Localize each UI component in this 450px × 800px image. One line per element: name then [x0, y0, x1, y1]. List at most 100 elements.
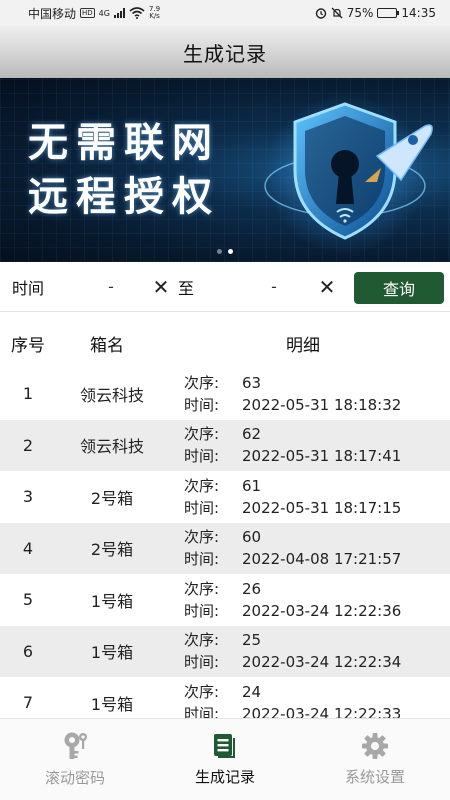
row-detail: 次序: 25 时间: 2022-03-24 12:22:34	[168, 629, 450, 673]
nav-label: 系统设置	[344, 768, 405, 786]
row-detail: 次序: 26 时间: 2022-03-24 12:22:36	[168, 578, 450, 622]
table-header: 序号 箱名 明细	[0, 318, 450, 368]
time-value: 2022-05-31 18:17:15	[242, 498, 402, 517]
order-value: 26	[242, 579, 262, 598]
row-box-name: 领云科技	[79, 385, 144, 405]
date-filter-bar: 时间 - ✕ 至 - ✕ 查询	[0, 262, 450, 312]
status-left: 中国移动 HD 4G 7.9 K/s	[28, 5, 160, 22]
row-detail: 次序: 60 时间: 2022-04-08 17:21:57	[168, 526, 450, 570]
row-box-name: 1号箱	[90, 591, 134, 611]
time-label: 时间:	[184, 498, 220, 517]
record-list-icon	[214, 734, 235, 758]
status-right: 75% 14:35	[315, 6, 436, 20]
row-no: 6	[22, 641, 34, 661]
table-row[interactable]: 6 1号箱 次序: 25 时间: 2022-03-24 12:22:34	[0, 625, 450, 677]
start-date-field[interactable]: -	[72, 277, 150, 296]
time-label: 时间:	[184, 395, 220, 414]
row-box-name: 1号箱	[90, 643, 134, 663]
header-detail: 明细	[286, 335, 320, 356]
time-value: 2022-03-24 12:22:36	[242, 601, 402, 620]
row-detail: 次序: 63 时间: 2022-05-31 18:18:32	[168, 372, 450, 416]
row-box-name: 2号箱	[90, 488, 134, 508]
row-no: 3	[22, 487, 34, 507]
banner-line-1: 无需联网	[28, 119, 220, 166]
hd-badge: HD	[80, 8, 95, 18]
alarm-icon	[315, 8, 326, 19]
clear-start-date-icon[interactable]: ✕	[150, 275, 172, 299]
banner-line-2: 远程授权	[28, 173, 220, 220]
promo-banner[interactable]: 无需联网 远程授权	[0, 78, 450, 262]
order-label: 次序:	[184, 631, 220, 650]
network-type: 4G	[98, 8, 110, 18]
order-value: 61	[242, 476, 262, 495]
page-title: 生成记录	[183, 41, 267, 66]
to-label: 至	[178, 278, 195, 298]
time-label: 时间:	[184, 601, 220, 620]
nav-item-settings[interactable]: 系统设置	[300, 719, 450, 800]
nav-item-records[interactable]: 生成记录	[150, 719, 300, 800]
table-row[interactable]: 5 1号箱 次序: 26 时间: 2022-03-24 12:22:36	[0, 574, 450, 626]
table-row[interactable]: 2 领云科技 次序: 62 时间: 2022-05-31 18:17:41	[0, 419, 450, 471]
query-button[interactable]: 查询	[354, 272, 444, 304]
row-no: 5	[22, 590, 34, 610]
table-row[interactable]: 4 2号箱 次序: 60 时间: 2022-04-08 17:21:57	[0, 522, 450, 574]
order-value: 24	[242, 682, 262, 701]
time-label: 时间:	[184, 653, 220, 672]
header-name: 箱名	[90, 335, 124, 356]
clear-end-date-icon[interactable]: ✕	[316, 275, 338, 299]
status-bar: 中国移动 HD 4G 7.9 K/s 75% 14:35	[0, 0, 450, 26]
row-box-name: 2号箱	[90, 540, 134, 560]
carousel-dots[interactable]	[0, 249, 450, 254]
time-value: 2022-05-31 18:17:41	[242, 447, 402, 466]
speed-unit: K/s	[149, 12, 160, 20]
shield-lock-rocket-icon	[264, 94, 433, 254]
order-label: 次序:	[184, 579, 220, 598]
time-value: 2022-04-08 17:21:57	[242, 550, 402, 569]
row-no: 1	[22, 384, 34, 404]
row-detail: 次序: 61 时间: 2022-05-31 18:17:15	[168, 475, 450, 519]
row-no: 4	[22, 538, 34, 558]
carousel-dot[interactable]	[228, 249, 233, 254]
row-no: 7	[22, 693, 34, 713]
row-box-name: 领云科技	[79, 437, 144, 457]
order-label: 次序:	[184, 528, 220, 547]
network-speed: 7.9 K/s	[149, 6, 160, 20]
record-list: 1 领云科技 次序: 63 时间: 2022-05-31 18:18:32 2 领云…	[0, 368, 450, 729]
title-bar: 生成记录	[0, 26, 450, 78]
order-value: 62	[242, 425, 262, 444]
mute-bell-icon	[331, 7, 343, 19]
table-row[interactable]: 3 2号箱 次序: 61 时间: 2022-05-31 18:17:15	[0, 471, 450, 523]
row-no: 2	[22, 435, 34, 455]
wifi-icon	[129, 7, 145, 19]
row-detail: 次序: 62 时间: 2022-05-31 18:17:41	[168, 423, 450, 467]
carousel-dot[interactable]	[217, 249, 222, 254]
battery-icon	[377, 8, 400, 18]
order-label: 次序:	[184, 682, 220, 701]
banner-text: 无需联网 远程授权	[28, 116, 220, 224]
nav-label: 生成记录	[194, 768, 255, 786]
time-label: 时间	[12, 278, 45, 298]
time-label: 时间:	[184, 447, 220, 466]
bottom-nav: 滚动密码 生成记录 系统设置	[0, 718, 450, 800]
nav-item-rolling-password[interactable]: 滚动密码	[0, 719, 150, 800]
order-label: 次序:	[184, 425, 220, 444]
nav-label: 滚动密码	[44, 769, 105, 787]
time-label: 时间:	[184, 550, 220, 569]
order-value: 63	[242, 373, 262, 392]
carrier-name: 中国移动	[28, 6, 77, 21]
key-icon	[64, 732, 87, 759]
clock: 14:35	[401, 6, 436, 20]
time-value: 2022-05-31 18:18:32	[242, 395, 402, 414]
order-label: 次序:	[184, 476, 220, 495]
order-label: 次序:	[184, 373, 220, 392]
header-no: 序号	[11, 335, 45, 356]
order-value: 60	[242, 528, 262, 547]
table-row[interactable]: 1 领云科技 次序: 63 时间: 2022-05-31 18:18:32	[0, 368, 450, 420]
end-date-field[interactable]: -	[232, 277, 316, 296]
battery-percent: 75%	[346, 6, 374, 20]
time-value: 2022-03-24 12:22:34	[242, 653, 402, 672]
order-value: 25	[242, 631, 262, 650]
signal-bars-icon	[113, 8, 125, 18]
gear-icon	[362, 733, 388, 759]
row-box-name: 1号箱	[90, 694, 134, 714]
